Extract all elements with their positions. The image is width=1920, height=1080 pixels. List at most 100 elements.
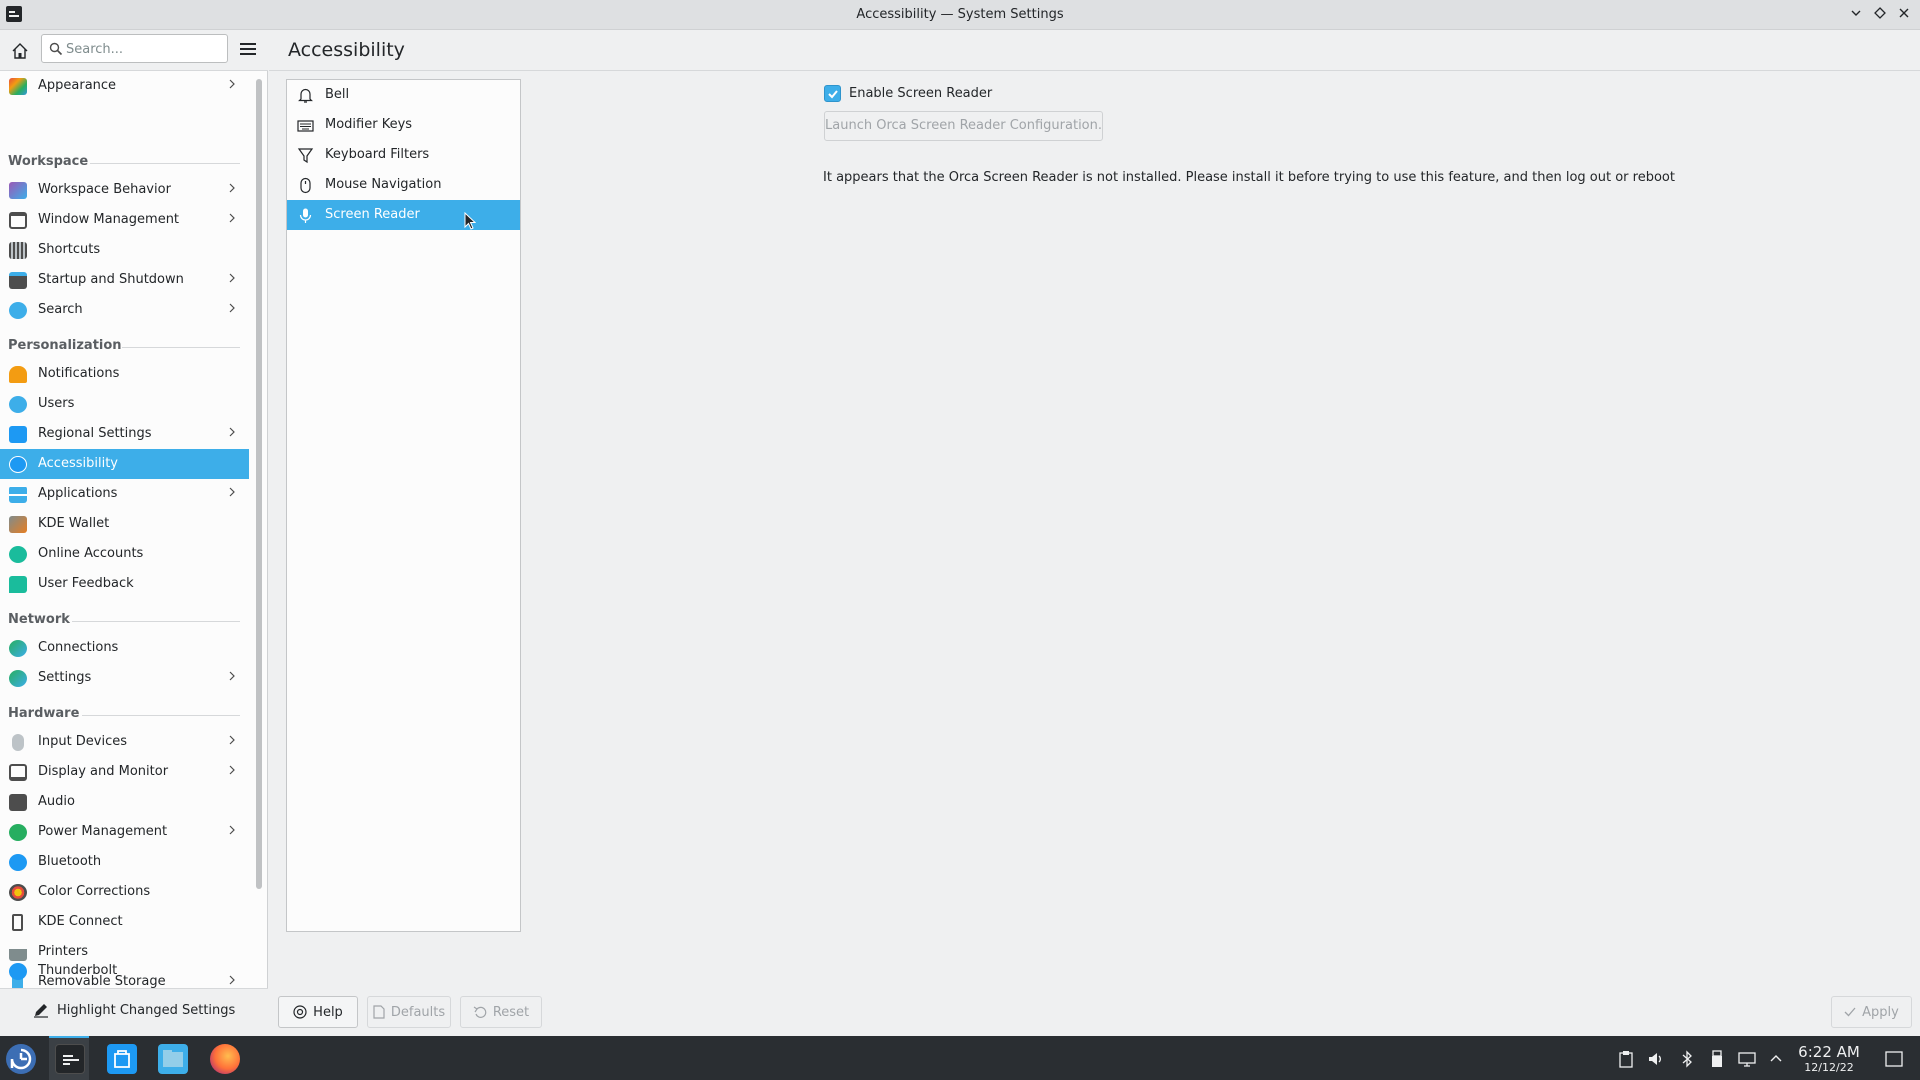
help-label: Help (313, 1004, 343, 1020)
chevron-right-icon (229, 183, 235, 193)
mouse-cursor-icon (464, 212, 476, 230)
search-icon (49, 42, 63, 56)
file-manager-icon[interactable] (158, 1044, 188, 1074)
window-titlebar: Accessibility — System Settings (0, 0, 1920, 30)
sidebar-item-label: Display and Monitor (38, 764, 169, 779)
window-management-icon (9, 212, 27, 229)
sidebar-nav: Appearance Workspace Workspace Behavior … (0, 71, 249, 991)
category-network: Network (8, 612, 70, 627)
orca-not-installed-message: It appears that the Orca Screen Reader i… (823, 170, 1675, 185)
home-icon (12, 43, 28, 59)
search-input[interactable] (66, 38, 221, 60)
clock-date: 12/12/22 (1804, 1061, 1854, 1074)
feedback-icon (9, 576, 27, 593)
help-button[interactable]: Help (278, 996, 358, 1028)
home-button[interactable] (8, 39, 32, 63)
sidebar-item-color-corrections[interactable]: Color Corrections (0, 877, 249, 907)
sidebar-item-search[interactable]: Search (0, 295, 249, 325)
sidebar-item-accessibility[interactable]: Accessibility (0, 449, 249, 479)
launch-orca-config-button[interactable]: Launch Orca Screen Reader Configuration.… (824, 111, 1103, 141)
sidebar-item-connections[interactable]: Connections (0, 633, 249, 663)
hamburger-menu-icon[interactable] (238, 40, 258, 60)
network-icon[interactable] (1738, 1050, 1756, 1068)
search-field[interactable] (41, 34, 228, 63)
highlight-changed-settings-button[interactable]: Highlight Changed Settings (33, 997, 235, 1023)
enable-screen-reader-checkbox[interactable] (824, 85, 841, 102)
accessibility-subpage-list: Bell Modifier Keys Keyboard Filters Mous… (286, 79, 521, 932)
sidebar-item-label: Workspace Behavior (38, 182, 171, 197)
subpage-bell[interactable]: Bell (287, 80, 520, 110)
sidebar-item-shortcuts[interactable]: Shortcuts (0, 235, 249, 265)
sidebar-item-applications[interactable]: Applications (0, 479, 249, 509)
subpage-modifier-keys[interactable]: Modifier Keys (287, 110, 520, 140)
sidebar-item-regional-settings[interactable]: Regional Settings (0, 419, 249, 449)
system-settings-task-icon[interactable] (55, 1044, 85, 1074)
highlight-changed-settings-label: Highlight Changed Settings (57, 1002, 236, 1018)
startup-shutdown-icon (9, 272, 27, 289)
close-icon[interactable] (1894, 5, 1914, 25)
subpage-mouse-navigation[interactable]: Mouse Navigation (287, 170, 520, 200)
chevron-up-icon[interactable] (1767, 1050, 1785, 1068)
clipboard-icon[interactable] (1617, 1050, 1635, 1068)
color-corrections-icon (9, 884, 27, 901)
subpage-label: Modifier Keys (325, 117, 413, 132)
subpage-keyboard-filters[interactable]: Keyboard Filters (287, 140, 520, 170)
sidebar-item-online-accounts[interactable]: Online Accounts (0, 539, 249, 569)
sidebar-scrollbar[interactable] (256, 79, 262, 889)
sidebar-item-label: Thunderbolt (38, 963, 118, 978)
sidebar: Appearance Workspace Workspace Behavior … (0, 31, 268, 1031)
sidebar-item-window-management[interactable]: Window Management (0, 205, 249, 235)
sidebar-item-label: Color Corrections (38, 884, 151, 899)
online-accounts-icon (9, 546, 27, 563)
wallet-icon (9, 516, 27, 533)
sidebar-item-bluetooth[interactable]: Bluetooth (0, 847, 249, 877)
application-launcher-icon[interactable] (6, 1044, 36, 1074)
chevron-right-icon (229, 765, 235, 775)
sidebar-item-notifications[interactable]: Notifications (0, 359, 249, 389)
bluetooth-icon[interactable] (1678, 1050, 1696, 1068)
defaults-button[interactable]: Defaults (367, 996, 451, 1028)
enable-screen-reader-label[interactable]: Enable Screen Reader (849, 86, 992, 101)
apply-label: Apply (1862, 1004, 1899, 1020)
sidebar-item-label: Notifications (38, 366, 120, 381)
sidebar-item-workspace-behavior[interactable]: Workspace Behavior (0, 175, 249, 205)
globe-icon (9, 640, 27, 657)
maximize-icon[interactable] (1870, 5, 1890, 25)
device-notifier-icon[interactable] (1708, 1050, 1726, 1068)
clock[interactable]: 6:22 AM 12/12/22 (1790, 1043, 1868, 1074)
sidebar-item-kde-wallet[interactable]: KDE Wallet (0, 509, 249, 539)
applications-icon (9, 486, 27, 503)
sidebar-item-label: Shortcuts (38, 242, 101, 257)
sidebar-item-users[interactable]: Users (0, 389, 249, 419)
speaker-icon (9, 794, 27, 811)
undo-icon (473, 1006, 487, 1018)
chevron-right-icon (229, 303, 235, 313)
sidebar-item-network-settings[interactable]: Settings (0, 663, 249, 693)
sidebar-item-user-feedback[interactable]: User Feedback (0, 569, 249, 599)
sidebar-item-display-monitor[interactable]: Display and Monitor (0, 757, 249, 787)
sidebar-item-input-devices[interactable]: Input Devices (0, 727, 249, 757)
volume-icon[interactable] (1647, 1050, 1665, 1068)
sidebar-item-audio[interactable]: Audio (0, 787, 249, 817)
subpage-screen-reader[interactable]: Screen Reader (287, 200, 520, 230)
sidebar-item-power-management[interactable]: Power Management (0, 817, 249, 847)
sidebar-item-label: Applications (38, 486, 118, 501)
firefox-icon[interactable] (210, 1044, 240, 1074)
sidebar-item-kde-connect[interactable]: KDE Connect (0, 907, 249, 937)
category-divider (82, 715, 240, 716)
sidebar-item-startup-shutdown[interactable]: Startup and Shutdown (0, 265, 249, 295)
sidebar-item-label: Input Devices (38, 734, 128, 749)
sidebar-item-thunderbolt[interactable]: Thunderbolt (0, 956, 249, 986)
main-header: Accessibility (269, 31, 1920, 71)
reset-button[interactable]: Reset (460, 996, 542, 1028)
power-icon (9, 824, 27, 841)
sidebar-item-label: Startup and Shutdown (38, 272, 184, 287)
category-divider (90, 163, 240, 164)
discover-icon[interactable] (107, 1044, 137, 1074)
apply-button[interactable]: Apply (1831, 996, 1912, 1028)
subpage-label: Bell (325, 87, 350, 102)
minimize-icon[interactable] (1846, 5, 1866, 25)
show-desktop-icon[interactable] (1885, 1050, 1903, 1068)
appearance-icon (9, 78, 27, 95)
sidebar-item-appearance[interactable]: Appearance (0, 71, 249, 101)
